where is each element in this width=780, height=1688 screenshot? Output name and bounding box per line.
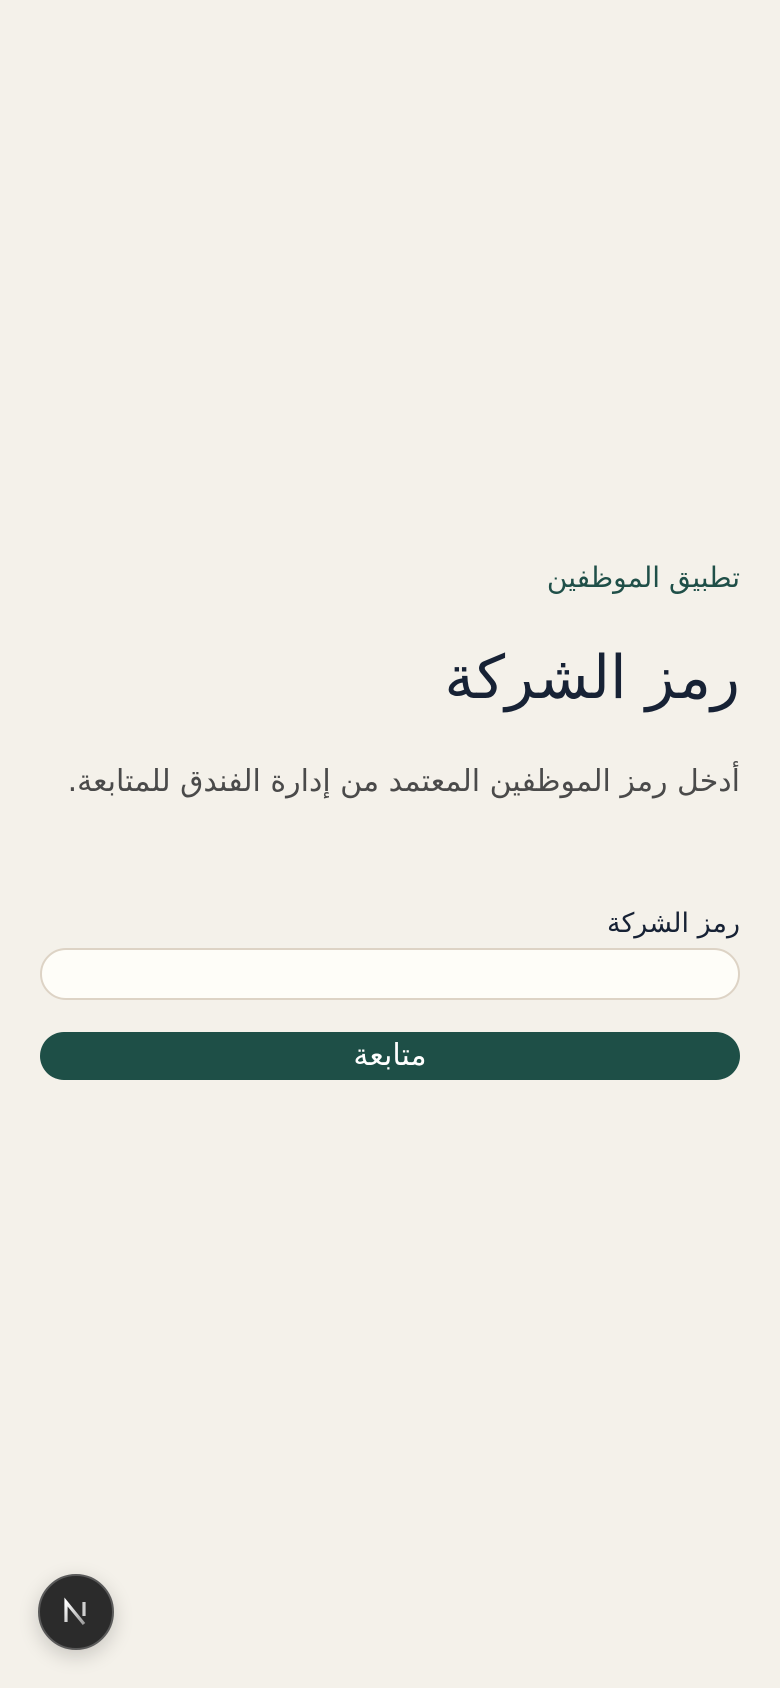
- nextjs-logo-icon: [64, 1597, 86, 1626]
- continue-button[interactable]: متابعة: [40, 1032, 740, 1080]
- page-description: أدخل رمز الموظفين المعتمد من إدارة الفند…: [67, 764, 740, 799]
- company-code-input[interactable]: [40, 948, 740, 1000]
- login-screen: تطبيق الموظفين رمز الشركة أدخل رمز الموظ…: [0, 0, 780, 1688]
- company-code-label: رمز الشركة: [606, 908, 740, 939]
- company-code-form-section: تطبيق الموظفين رمز الشركة أدخل رمز الموظ…: [40, 560, 740, 1080]
- app-subtitle: تطبيق الموظفين: [546, 561, 740, 594]
- nextjs-dev-indicator[interactable]: [38, 1574, 114, 1650]
- page-title: رمز الشركة: [444, 643, 740, 713]
